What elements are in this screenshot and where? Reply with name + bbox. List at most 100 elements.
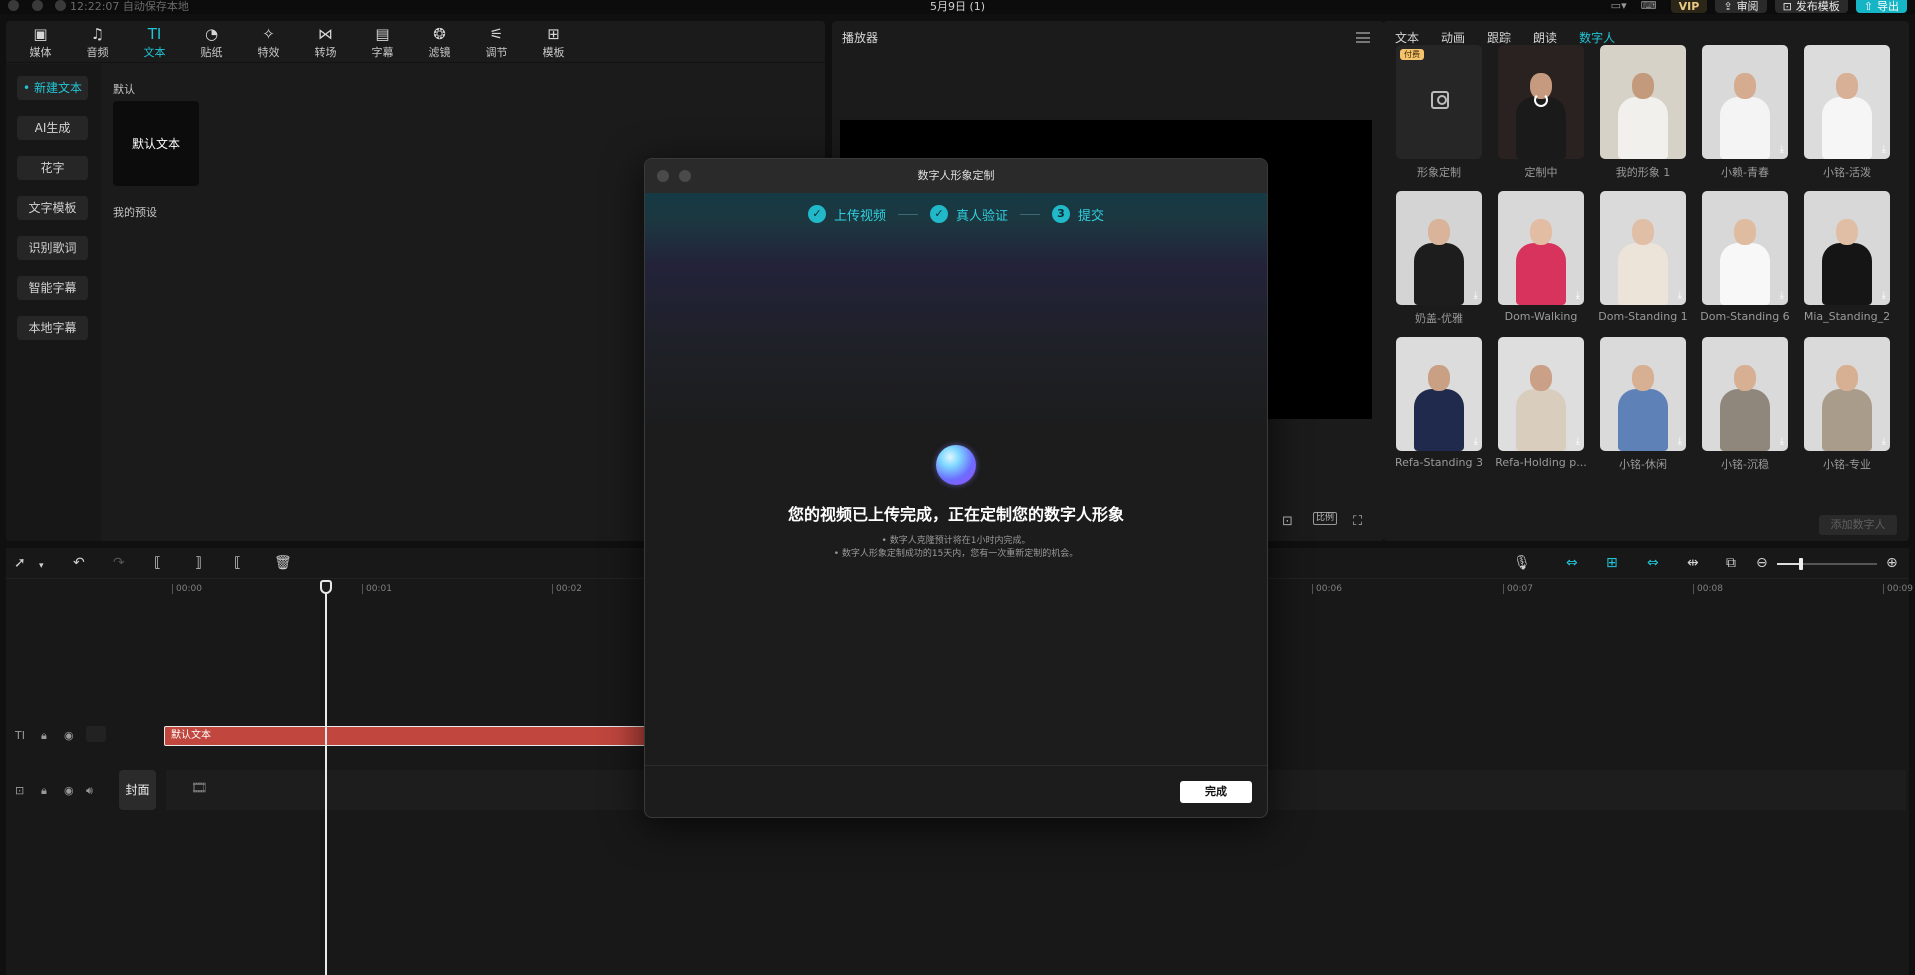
delete-icon[interactable]: 🗑 bbox=[274, 555, 292, 571]
split-icon[interactable]: ⟦ bbox=[154, 555, 161, 571]
zoom-out-icon[interactable]: ⊖ bbox=[1756, 555, 1768, 571]
eye-icon[interactable]: ◉ bbox=[64, 784, 74, 797]
digital-human-card[interactable]: ⤓ bbox=[1600, 191, 1686, 305]
avatar-figure bbox=[1414, 219, 1464, 305]
linkage-icon[interactable]: ⇔ bbox=[1647, 555, 1659, 571]
digital-human-card[interactable]: ⤓ bbox=[1396, 337, 1482, 451]
tool-4[interactable]: ✧ 特效 bbox=[240, 21, 297, 63]
publish-label: 发布模板 bbox=[1795, 0, 1840, 13]
digital-human-card[interactable]: ⤓ bbox=[1804, 45, 1890, 159]
digital-human-card[interactable]: ⤓ bbox=[1396, 191, 1482, 305]
chevron-down-icon[interactable]: ▾ bbox=[39, 558, 44, 574]
digital-human-name: Refa-Standing 3 bbox=[1395, 456, 1483, 469]
tool-8[interactable]: ⚟ 调节 bbox=[468, 21, 525, 63]
digital-human-card[interactable] bbox=[1498, 45, 1584, 159]
dialog-title: 数字人形象定制 bbox=[645, 159, 1267, 193]
step-connector bbox=[897, 213, 918, 215]
avatar-figure bbox=[1822, 365, 1872, 451]
download-icon[interactable]: ⤓ bbox=[1780, 437, 1784, 447]
download-icon[interactable]: ⤓ bbox=[1882, 437, 1886, 447]
dialog-minimize-dot[interactable] bbox=[679, 170, 691, 182]
fullscreen-icon[interactable]: ⛶ bbox=[1353, 514, 1362, 529]
digital-human-card[interactable]: ⤓ bbox=[1600, 337, 1686, 451]
fit-screen-icon[interactable]: ⊡ bbox=[1282, 514, 1293, 529]
digital-human-card[interactable]: ⤓ bbox=[1702, 191, 1788, 305]
download-icon[interactable]: ⤓ bbox=[1780, 291, 1784, 301]
tool-6[interactable]: ▤ 字幕 bbox=[354, 21, 411, 63]
download-icon[interactable]: ⤓ bbox=[1576, 437, 1580, 447]
download-icon[interactable]: ⤓ bbox=[1474, 291, 1478, 301]
tool-7[interactable]: ❂ 滤镜 bbox=[411, 21, 468, 63]
ruler-tick-label: 00:07 bbox=[1503, 584, 1533, 594]
zoom-slider-knob[interactable] bbox=[1799, 558, 1803, 570]
done-button[interactable]: 完成 bbox=[1180, 781, 1252, 803]
layout-icon[interactable]: ▭▾ bbox=[1611, 0, 1633, 12]
download-icon[interactable]: ⤓ bbox=[1882, 145, 1886, 155]
step-label: 真人验证 bbox=[955, 208, 1008, 224]
digital-human-card[interactable]: ⤓ bbox=[1702, 45, 1788, 159]
ruler-tick-label: 00:02 bbox=[552, 584, 582, 594]
shortcut-icon[interactable]: ⌨ bbox=[1641, 0, 1663, 12]
sidebar-item-5[interactable]: 智能字幕 bbox=[17, 276, 88, 300]
publish-template-button[interactable]: ⊡ 发布模板 bbox=[1774, 0, 1848, 13]
undo-icon[interactable]: ↶ bbox=[73, 555, 85, 571]
review-button[interactable]: ⇪ 审阅 bbox=[1715, 0, 1767, 13]
playhead[interactable] bbox=[325, 580, 327, 975]
playhead-handle[interactable] bbox=[320, 580, 332, 594]
sidebar-item-0[interactable]: • 新建文本 bbox=[17, 76, 88, 100]
download-icon[interactable]: ⤓ bbox=[1678, 291, 1682, 301]
eye-icon[interactable]: ◉ bbox=[64, 729, 74, 742]
export-button[interactable]: ⇧ 导出 bbox=[1855, 0, 1907, 13]
sidebar-item-4[interactable]: 识别歌词 bbox=[17, 236, 88, 260]
tool-5[interactable]: ⋈ 转场 bbox=[297, 21, 354, 63]
download-icon[interactable]: ⤓ bbox=[1780, 145, 1784, 155]
text-clip[interactable]: 默认文本 bbox=[164, 726, 684, 746]
audio-icon[interactable]: 🔊︎ bbox=[86, 784, 93, 798]
trim-right-icon[interactable]: ⟦ bbox=[234, 555, 241, 571]
auto-snap-icon[interactable]: ⊞ bbox=[1606, 555, 1618, 571]
avatar-head bbox=[1734, 365, 1756, 391]
trim-left-icon[interactable]: ⟧ bbox=[195, 555, 202, 571]
add-digital-human-button[interactable]: 添加数字人 bbox=[1819, 515, 1897, 535]
vip-button[interactable]: VIP bbox=[1670, 0, 1708, 13]
avatar-head bbox=[1632, 73, 1654, 99]
default-section-label: 默认 bbox=[113, 83, 135, 96]
sidebar-item-2[interactable]: 花字 bbox=[17, 156, 88, 180]
digital-human-card[interactable]: ⤓ bbox=[1498, 337, 1584, 451]
dialog-close-dot[interactable] bbox=[657, 170, 669, 182]
main-track-magnet-icon[interactable]: ⇔ bbox=[1566, 555, 1578, 571]
default-text-card[interactable]: 默认文本 bbox=[113, 101, 199, 186]
avatar-head bbox=[1734, 73, 1756, 99]
zoom-slider[interactable] bbox=[1777, 558, 1877, 570]
preview-axis-icon[interactable]: ⇹ bbox=[1687, 555, 1699, 571]
tool-2[interactable]: TI 文本 bbox=[126, 21, 183, 63]
menu-icon[interactable] bbox=[1356, 32, 1370, 43]
digital-human-card[interactable]: ⤓ bbox=[1498, 191, 1584, 305]
digital-human-card[interactable]: ⤓ bbox=[1702, 337, 1788, 451]
download-icon[interactable]: ⤓ bbox=[1882, 291, 1886, 301]
tool-1[interactable]: ♫ 音频 bbox=[69, 21, 126, 63]
tool-9[interactable]: ⊞ 模板 bbox=[525, 21, 582, 63]
view-icon[interactable]: ⧉ bbox=[1726, 555, 1736, 571]
avatar-body bbox=[1516, 389, 1566, 451]
download-icon[interactable]: ⤓ bbox=[1576, 291, 1580, 301]
zoom-in-icon[interactable]: ⊕ bbox=[1886, 555, 1898, 571]
microphone-icon[interactable]: 🎙 bbox=[1513, 555, 1531, 571]
cover-button[interactable]: 封面 bbox=[119, 770, 156, 810]
tool-0[interactable]: ▣ 媒体 bbox=[12, 21, 69, 63]
download-icon[interactable]: ⤓ bbox=[1474, 437, 1478, 447]
select-tool-icon[interactable]: ➚ bbox=[14, 555, 26, 571]
redo-icon[interactable]: ↷ bbox=[113, 555, 125, 571]
tool-3[interactable]: ◔ 贴纸 bbox=[183, 21, 240, 63]
ratio-button[interactable]: 比例 bbox=[1313, 512, 1338, 525]
sidebar-item-1[interactable]: AI生成 bbox=[17, 116, 88, 140]
digital-human-card[interactable]: ⤓ bbox=[1804, 191, 1890, 305]
lock-icon[interactable]: 🔒︎ bbox=[41, 784, 47, 798]
sidebar-item-3[interactable]: 文字模板 bbox=[17, 196, 88, 220]
digital-human-card[interactable]: ⤓ bbox=[1804, 337, 1890, 451]
sidebar-item-6[interactable]: 本地字幕 bbox=[17, 316, 88, 340]
download-icon[interactable]: ⤓ bbox=[1678, 437, 1682, 447]
lock-icon[interactable]: 🔒︎ bbox=[41, 729, 47, 743]
digital-human-card[interactable] bbox=[1600, 45, 1686, 159]
digital-human-card[interactable]: 付费 bbox=[1396, 45, 1482, 159]
